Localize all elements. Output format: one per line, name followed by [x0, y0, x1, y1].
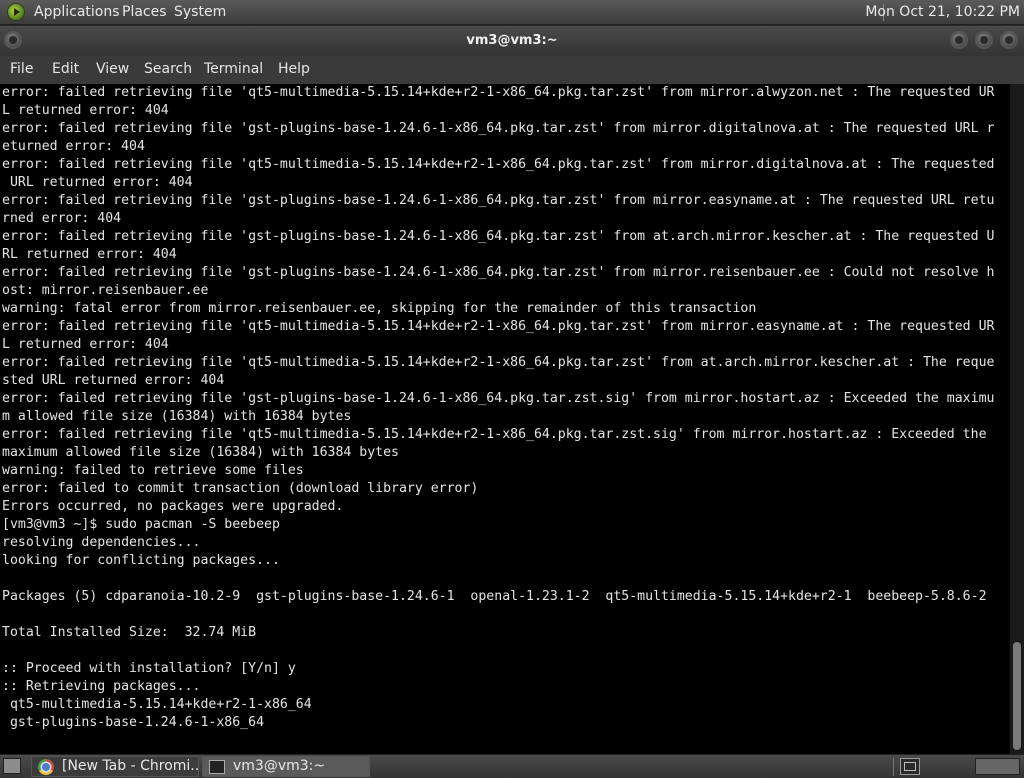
menu-search[interactable]: Search — [144, 61, 192, 77]
terminal-line: eturned error: 404 — [2, 139, 145, 154]
minimize-button[interactable] — [950, 31, 968, 49]
window-titlebar[interactable]: vm3@vm3:~ — [0, 26, 1024, 56]
workspace-switcher[interactable] — [975, 758, 1020, 775]
terminal-line: error: failed retrieving file 'gst-plugi… — [2, 193, 995, 208]
menu-file[interactable]: File — [10, 61, 33, 77]
terminal-line: warning: failed to retrieve some files — [2, 463, 304, 478]
terminal-line: RL returned error: 404 — [2, 247, 177, 262]
tray-window-icon[interactable] — [900, 758, 920, 775]
taskbar-item-label: vm3@vm3:~ — [233, 758, 326, 774]
terminal-line: Total Installed Size: 32.74 MiB — [2, 625, 257, 640]
taskbar-item-label: [New Tab - Chromi... — [62, 758, 199, 774]
terminal-line: error: failed retrieving file 'qt5-multi… — [2, 355, 995, 370]
show-desktop-icon[interactable] — [3, 758, 21, 774]
window-title: vm3@vm3:~ — [466, 33, 558, 48]
panel-separator — [893, 758, 894, 776]
terminal-line: error: failed to commit transaction (dow… — [2, 481, 479, 496]
terminal-line: error: failed retrieving file 'qt5-multi… — [2, 157, 995, 172]
terminal-line: warning: fatal error from mirror.reisenb… — [2, 301, 757, 316]
menu-edit[interactable]: Edit — [52, 61, 79, 77]
terminal-line: looking for conflicting packages... — [2, 553, 280, 568]
terminal-line: error: failed retrieving file 'qt5-multi… — [2, 427, 987, 442]
taskbar-item-terminal[interactable]: vm3@vm3:~ — [202, 756, 370, 777]
close-button[interactable] — [1000, 31, 1018, 49]
system-menu[interactable]: System — [174, 4, 226, 20]
terminal-line: :: Retrieving packages... — [2, 679, 201, 694]
terminal-line: rned error: 404 — [2, 211, 122, 226]
window-menu-button[interactable] — [4, 31, 22, 49]
terminal-line: error: failed retrieving file 'gst-plugi… — [2, 265, 995, 280]
terminal-output[interactable]: error: failed retrieving file 'qt5-multi… — [0, 84, 1010, 754]
terminal-line: m allowed file size (16384) with 16384 b… — [2, 409, 352, 424]
taskbar-item-chromium[interactable]: [New Tab - Chromi... — [31, 756, 199, 777]
terminal-line: error: failed retrieving file 'qt5-multi… — [2, 319, 995, 334]
menu-help[interactable]: Help — [278, 61, 310, 77]
terminal-line: sted URL returned error: 404 — [2, 373, 225, 388]
terminal-scrollbar[interactable] — [1010, 84, 1024, 754]
terminal-line: qt5-multimedia-5.15.14+kde+r2-1-x86_64 — [2, 697, 312, 712]
menubar: File Edit View Search Terminal Help — [0, 56, 1024, 84]
terminal-line: L returned error: 404 — [2, 103, 169, 118]
chromium-icon — [38, 759, 54, 775]
terminal-text: error: failed retrieving file 'qt5-multi… — [0, 84, 1010, 732]
top-panel: Applications Places System Mon Oct 21, 1… — [0, 0, 1024, 25]
terminal-line: maximum allowed file size (16384) with 1… — [2, 445, 399, 460]
scrollbar-thumb[interactable] — [1013, 642, 1021, 750]
bottom-panel: [New Tab - Chromi... vm3@vm3:~ — [0, 754, 1024, 778]
terminal-line: error: failed retrieving file 'gst-plugi… — [2, 391, 995, 406]
terminal-line: gst-plugins-base-1.24.6-1-x86_64 — [2, 715, 265, 730]
menu-terminal[interactable]: Terminal — [204, 61, 263, 77]
terminal-line: L returned error: 404 — [2, 337, 169, 352]
terminal-line: ost: mirror.reisenbauer.ee — [2, 283, 209, 298]
places-menu[interactable]: Places — [122, 4, 167, 20]
terminal-line: [vm3@vm3 ~]$ sudo pacman -S beebeep — [2, 517, 280, 532]
terminal-line: Errors occurred, no packages were upgrad… — [2, 499, 344, 514]
maximize-button[interactable] — [975, 31, 993, 49]
terminal-line: URL returned error: 404 — [2, 175, 193, 190]
clock[interactable]: Mon Oct 21, 10:22 PM — [865, 4, 1020, 20]
terminal-icon — [209, 760, 225, 774]
applications-logo-icon[interactable] — [8, 4, 24, 20]
terminal-line: error: failed retrieving file 'gst-plugi… — [2, 229, 995, 244]
applications-menu[interactable]: Applications — [34, 4, 120, 20]
terminal-line: :: Proceed with installation? [Y/n] y — [2, 661, 296, 676]
terminal-line: error: failed retrieving file 'qt5-multi… — [2, 85, 995, 100]
terminal-line: resolving dependencies... — [2, 535, 201, 550]
terminal-line: Packages (5) cdparanoia-10.2-9 gst-plugi… — [2, 589, 987, 604]
menu-view[interactable]: View — [96, 61, 129, 77]
terminal-line: error: failed retrieving file 'gst-plugi… — [2, 121, 995, 136]
